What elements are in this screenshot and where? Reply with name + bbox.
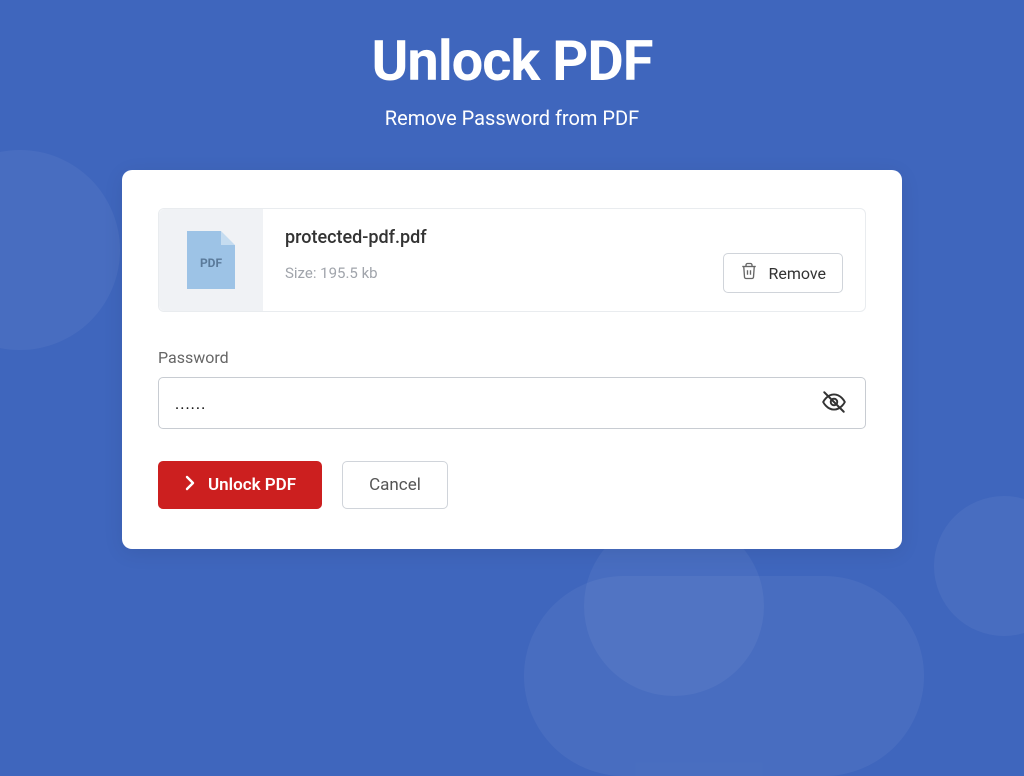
unlock-button-label: Unlock PDF (208, 475, 296, 495)
page-header: Unlock PDF Remove Password from PDF (0, 0, 1024, 130)
decorative-cloud (524, 576, 924, 776)
page-title: Unlock PDF (0, 28, 1024, 94)
cancel-button[interactable]: Cancel (342, 461, 448, 509)
remove-button-label: Remove (768, 264, 826, 283)
decorative-cloud (934, 496, 1024, 636)
pdf-icon-label: PDF (200, 256, 222, 270)
file-meta-row: Size: 195.5 kb Remove (285, 253, 843, 293)
toggle-password-visibility-button[interactable] (803, 378, 865, 428)
password-label: Password (158, 348, 866, 367)
unlock-button[interactable]: Unlock PDF (158, 461, 322, 509)
main-card: PDF protected-pdf.pdf Size: 195.5 kb (122, 170, 902, 549)
remove-button[interactable]: Remove (723, 253, 843, 293)
password-input[interactable] (159, 378, 803, 428)
cancel-button-label: Cancel (369, 475, 421, 495)
decorative-cloud (0, 150, 120, 350)
file-icon-box: PDF (159, 209, 263, 311)
file-size: Size: 195.5 kb (285, 264, 378, 282)
file-row: PDF protected-pdf.pdf Size: 195.5 kb (158, 208, 866, 312)
file-name: protected-pdf.pdf (285, 227, 843, 248)
password-input-wrap (158, 377, 866, 429)
pdf-file-icon: PDF (187, 231, 235, 289)
page-subtitle: Remove Password from PDF (0, 106, 1024, 130)
trash-icon (740, 262, 758, 284)
chevron-right-icon (184, 475, 196, 496)
eye-off-icon (821, 389, 847, 418)
file-info: protected-pdf.pdf Size: 195.5 kb Remove (263, 209, 865, 311)
actions-row: Unlock PDF Cancel (158, 461, 866, 509)
password-section: Password (158, 348, 866, 429)
